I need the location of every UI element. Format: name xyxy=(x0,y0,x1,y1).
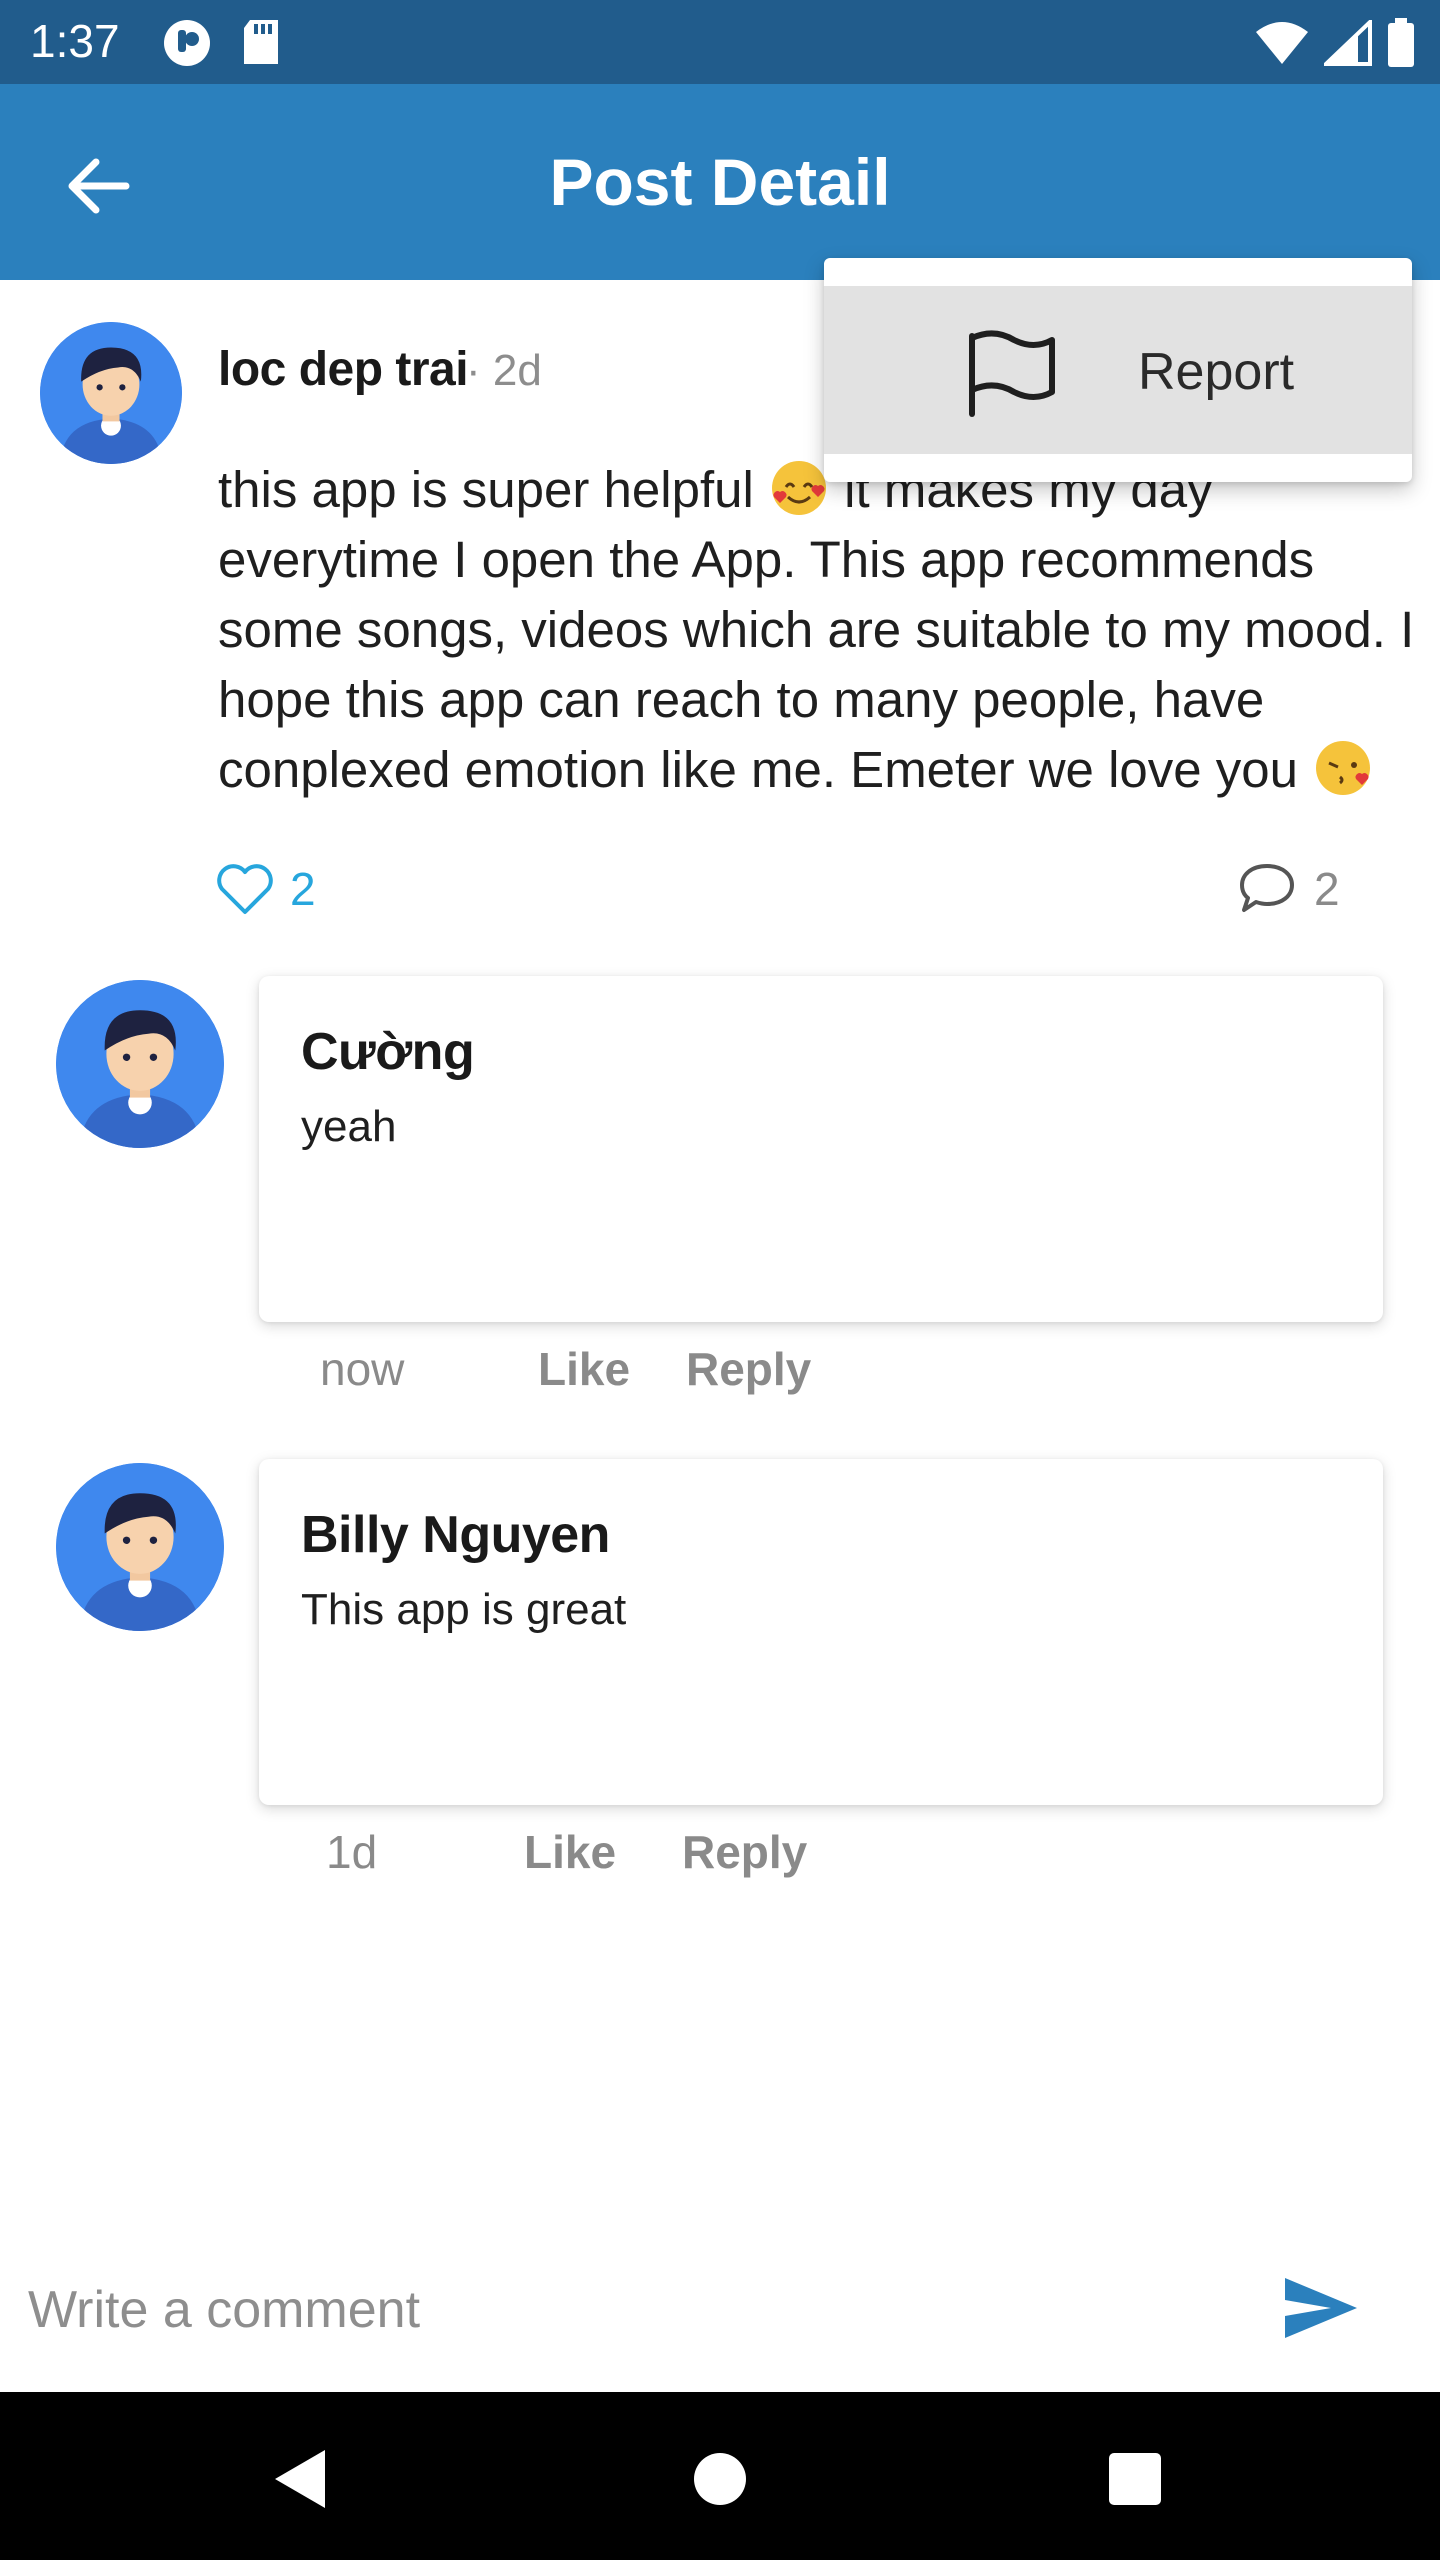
comment-author-name[interactable]: Cường xyxy=(301,1022,475,1082)
comment-card: Cường yeah xyxy=(259,976,1383,1322)
heart-icon xyxy=(217,864,273,914)
comment-reply-button[interactable]: Reply xyxy=(686,1342,811,1396)
user-avatar-icon xyxy=(56,980,224,1148)
user-avatar-icon xyxy=(40,322,182,464)
app-bar: Post Detail xyxy=(0,84,1440,280)
comment-text: yeah xyxy=(301,1102,397,1151)
status-bar: 1:37 xyxy=(0,0,1440,84)
status-icons-left xyxy=(162,18,280,73)
notification-app-icon xyxy=(162,18,212,73)
comment-text: This app is great xyxy=(301,1585,627,1634)
comment-count: 2 xyxy=(1314,863,1340,915)
comment-like-button[interactable]: Like xyxy=(524,1825,616,1879)
comment-timestamp: 1d xyxy=(326,1826,378,1878)
circle-home-icon xyxy=(694,2453,746,2505)
menu-item-label: Report xyxy=(1138,343,1295,401)
post-body: this app is super helpful it makes my da… xyxy=(218,455,1418,805)
square-recents-icon xyxy=(1109,2453,1161,2505)
send-button[interactable] xyxy=(1278,2268,1364,2348)
comment-timestamp: now xyxy=(320,1343,405,1395)
smiling-face-with-hearts-emoji-icon xyxy=(768,457,830,519)
user-avatar-icon xyxy=(56,1463,224,1631)
face-blowing-kiss-emoji-icon xyxy=(1312,737,1374,799)
post-author-name[interactable]: loc dep trai xyxy=(218,342,469,397)
cell-signal-icon xyxy=(1321,17,1372,71)
comment-avatar[interactable] xyxy=(56,1463,224,1631)
comment-reply-button[interactable]: Reply xyxy=(682,1825,807,1879)
send-icon xyxy=(1285,2278,1357,2338)
comment-like-button[interactable]: Like xyxy=(538,1342,630,1396)
like-count: 2 xyxy=(290,863,316,915)
sd-card-icon xyxy=(242,20,280,71)
comment-input[interactable] xyxy=(28,2270,1228,2350)
menu-item-report[interactable]: Report xyxy=(824,286,1412,454)
triangle-back-icon xyxy=(275,2450,325,2508)
like-button[interactable]: 2 xyxy=(216,862,316,916)
nav-home-button[interactable] xyxy=(685,2444,755,2514)
status-icons-right xyxy=(1254,17,1416,73)
status-time: 1:37 xyxy=(30,15,120,67)
nav-back-button[interactable] xyxy=(264,2444,334,2514)
wifi-icon xyxy=(1254,20,1310,71)
comment-avatar[interactable] xyxy=(56,980,224,1148)
flag-icon xyxy=(969,330,1055,417)
speech-bubble-icon xyxy=(1240,864,1294,912)
system-nav-bar xyxy=(0,2392,1440,2560)
battery-icon xyxy=(1386,18,1416,73)
post-body-text-1: this app is super helpful xyxy=(218,461,768,518)
post-author-avatar[interactable] xyxy=(40,322,182,464)
overflow-menu: Report xyxy=(824,258,1412,482)
comment-card: Billy Nguyen This app is great xyxy=(259,1459,1383,1805)
comment-count-button[interactable]: 2 xyxy=(1238,862,1340,916)
page-title: Post Detail xyxy=(549,145,891,219)
comment-author-name[interactable]: Billy Nguyen xyxy=(301,1505,610,1565)
nav-recents-button[interactable] xyxy=(1100,2444,1170,2514)
post-timestamp: · 2d xyxy=(466,346,542,395)
